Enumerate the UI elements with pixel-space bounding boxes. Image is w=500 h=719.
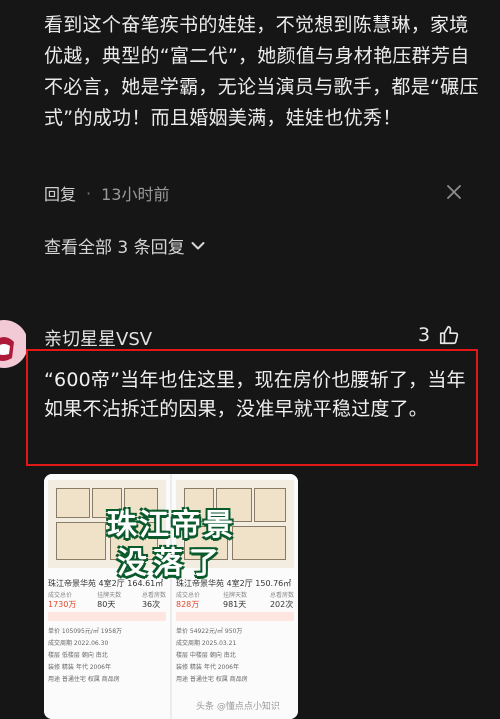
reply-text: 看到这个奋笔疾书的娃娃，不觉想到陈慧琳，家境优越，典型的“富二代”，她颜值与身材… [44,14,479,129]
comment-image[interactable]: 珠江帝景华苑 4室2厅 164.61㎡ 成交总价 1730万 挂牌天数 80天 总看… [44,474,298,719]
reply-time: 13小时前 [101,185,170,204]
thumbs-up-icon [440,325,459,345]
listing-details: 单价 54922元/㎡ 950万 成交周期 2025.03.21 楼层 中楼层 … [176,628,248,683]
highlighted-comment-box: “600帝”当年也住这里，现在房价也腰斩了，当年如果不沾拆迁的因果，没准早就平稳… [26,349,478,466]
comment-username[interactable]: 亲切星星VSV [44,325,152,351]
like-button[interactable]: 3 [418,324,460,346]
avatar-image [0,320,26,368]
view-all-replies-button[interactable]: 查看全部 3 条回复 [44,233,205,258]
reply-meta: 回复 · 13小时前 [44,181,169,205]
image-watermark: 头条 @懂点点小知识 [196,702,280,712]
notice-bar [48,612,166,621]
close-icon[interactable] [446,184,462,200]
separator-dot: · [86,183,92,203]
like-count: 3 [418,324,431,346]
reply-button[interactable]: 回复 [44,181,76,205]
listing-stats: 成交总价 828万 挂牌天数 981天 总看房数 202次 [176,592,294,609]
avatar[interactable] [0,318,26,370]
view-all-label: 查看全部 3 条回复 [44,238,185,258]
image-overlay-subtitle: 没落了 [117,546,225,581]
comment-text: “600帝”当年也住这里，现在房价也腰斩了，当年如果不沾拆迁的因果，没准早就平稳… [44,369,466,420]
notice-bar [176,612,294,621]
chevron-down-icon [191,241,205,249]
listing-stats: 成交总价 1730万 挂牌天数 80天 总看房数 36次 [48,592,166,609]
listing-details: 单价 105095元/㎡ 1958万 成交周期 2022.06.30 楼层 低楼… [48,628,123,683]
